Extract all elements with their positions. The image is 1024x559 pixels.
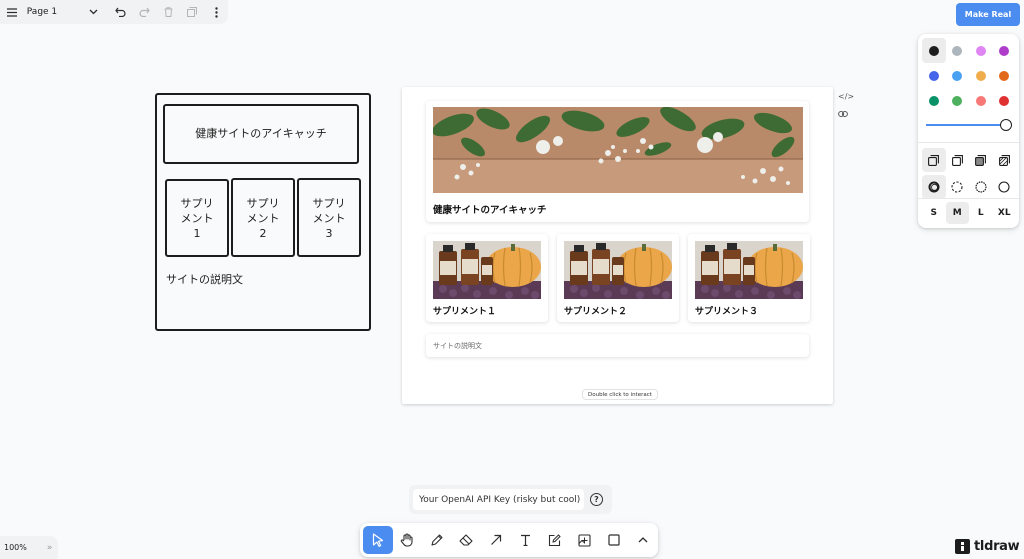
preview-frame[interactable]: 健康サイトのアイキャッチ サプリメント１ サプリメント２ サプリメント３ サイト… xyxy=(402,87,833,404)
divider xyxy=(918,198,1019,199)
dash-dashed-icon[interactable] xyxy=(946,175,970,199)
color-dot xyxy=(975,45,986,56)
color-swatch[interactable] xyxy=(969,63,993,88)
hero-title: 健康サイトのアイキャッチ xyxy=(433,205,547,216)
color-swatch[interactable] xyxy=(969,88,993,113)
dash-options xyxy=(922,175,1016,199)
wireframe-item-label-3: サプリ メント 3 xyxy=(312,197,346,240)
product-image xyxy=(695,241,803,299)
draw-tool-icon[interactable] xyxy=(422,526,452,554)
product-title: サプリメント１ xyxy=(433,307,497,317)
description-card: サイトの説明文 xyxy=(426,334,809,357)
fill-none-icon[interactable] xyxy=(922,148,946,172)
wireframe-item-label-2: サプリ メント 2 xyxy=(246,197,280,240)
color-swatch[interactable] xyxy=(922,88,946,113)
fill-semi-icon[interactable] xyxy=(946,148,970,172)
zoom-level[interactable]: 100% xyxy=(0,543,27,552)
size-options: S M L XL xyxy=(922,202,1016,224)
product-image xyxy=(564,241,672,299)
color-swatch[interactable] xyxy=(993,88,1017,113)
hand-tool-icon[interactable] xyxy=(393,526,423,554)
note-tool-icon[interactable] xyxy=(540,526,570,554)
chevron-down-icon[interactable] xyxy=(81,0,105,24)
color-dot xyxy=(928,70,939,81)
chevron-up-icon[interactable] xyxy=(629,526,659,554)
opacity-slider[interactable] xyxy=(926,118,1012,132)
tldraw-logo-icon xyxy=(955,539,970,554)
color-dot xyxy=(952,45,963,56)
description-text: サイトの説明文 xyxy=(433,342,482,350)
color-swatch[interactable] xyxy=(946,38,970,63)
product-card: サプリメント１ xyxy=(426,234,548,322)
color-dot xyxy=(999,95,1010,106)
opacity-slider-thumb[interactable] xyxy=(1000,119,1012,131)
fill-solid-icon[interactable] xyxy=(969,148,993,172)
code-icon[interactable]: </> xyxy=(838,92,854,101)
color-dot xyxy=(975,95,986,106)
duplicate-icon[interactable] xyxy=(180,0,204,24)
fill-pattern-icon[interactable] xyxy=(993,148,1017,172)
dash-solid-icon[interactable] xyxy=(993,175,1017,199)
size-button-xl[interactable]: XL xyxy=(993,202,1017,224)
trash-icon[interactable] xyxy=(157,0,181,24)
hamburger-menu-icon[interactable] xyxy=(0,0,24,24)
link-icon[interactable] xyxy=(838,110,848,120)
size-button-m[interactable]: M xyxy=(945,202,969,224)
color-swatch[interactable] xyxy=(969,38,993,63)
color-dot xyxy=(999,70,1010,81)
page-title[interactable]: Page 1 xyxy=(24,7,82,17)
fill-options xyxy=(922,148,1016,172)
dash-draw-icon[interactable] xyxy=(922,175,946,199)
product-card: サプリメント２ xyxy=(557,234,679,322)
dash-dotted-icon[interactable] xyxy=(969,175,993,199)
product-title: サプリメント３ xyxy=(695,307,759,317)
color-dot xyxy=(952,95,963,106)
size-button-s[interactable]: S xyxy=(922,202,946,224)
product-card: サプリメント３ xyxy=(688,234,810,322)
color-dot xyxy=(975,70,986,81)
undo-icon[interactable] xyxy=(109,0,133,24)
color-swatch[interactable] xyxy=(946,63,970,88)
main-toolbar xyxy=(360,523,658,557)
redo-icon[interactable] xyxy=(133,0,157,24)
wireframe-item-label-1: サプリ メント 1 xyxy=(180,197,214,240)
color-dot xyxy=(999,45,1010,56)
brand-name: tldraw xyxy=(974,539,1020,554)
help-icon[interactable]: ? xyxy=(590,493,603,506)
wireframe-hero-label: 健康サイトのアイキャッチ xyxy=(195,127,327,140)
color-swatch[interactable] xyxy=(993,63,1017,88)
color-dot xyxy=(928,45,939,56)
hero-card: 健康サイトのアイキャッチ xyxy=(426,101,809,222)
asset-tool-icon[interactable] xyxy=(570,526,600,554)
color-swatches xyxy=(922,38,1016,113)
color-swatch[interactable] xyxy=(922,38,946,63)
product-title: サプリメント２ xyxy=(564,307,628,317)
color-swatch[interactable] xyxy=(993,38,1017,63)
api-key-input[interactable] xyxy=(413,489,584,510)
zoom-menu[interactable]: 100% » xyxy=(0,536,58,559)
product-image xyxy=(433,241,541,299)
rectangle-tool-icon[interactable] xyxy=(599,526,629,554)
page-menu: Page 1 xyxy=(0,0,228,24)
wireframe-description: サイトの説明文 xyxy=(166,273,243,286)
select-tool-icon[interactable] xyxy=(363,526,393,554)
interact-hint: Double click to interact xyxy=(582,389,658,400)
opacity-slider-track[interactable] xyxy=(926,124,1006,126)
style-panel: S M L XL xyxy=(918,34,1019,228)
eraser-tool-icon[interactable] xyxy=(452,526,482,554)
size-button-l[interactable]: L xyxy=(969,202,993,224)
arrow-tool-icon[interactable] xyxy=(481,526,511,554)
divider xyxy=(918,142,1019,143)
api-key-panel: ? xyxy=(409,485,612,514)
minimap-toggle-icon[interactable]: » xyxy=(43,543,53,553)
hero-image xyxy=(433,107,803,193)
text-tool-icon[interactable] xyxy=(511,526,541,554)
more-vertical-icon[interactable] xyxy=(204,0,228,24)
color-dot xyxy=(928,95,939,106)
color-dot xyxy=(952,70,963,81)
tldraw-logo: tldraw xyxy=(955,539,1020,554)
make-real-button[interactable]: Make Real xyxy=(956,3,1020,26)
color-swatch[interactable] xyxy=(922,63,946,88)
color-swatch[interactable] xyxy=(946,88,970,113)
